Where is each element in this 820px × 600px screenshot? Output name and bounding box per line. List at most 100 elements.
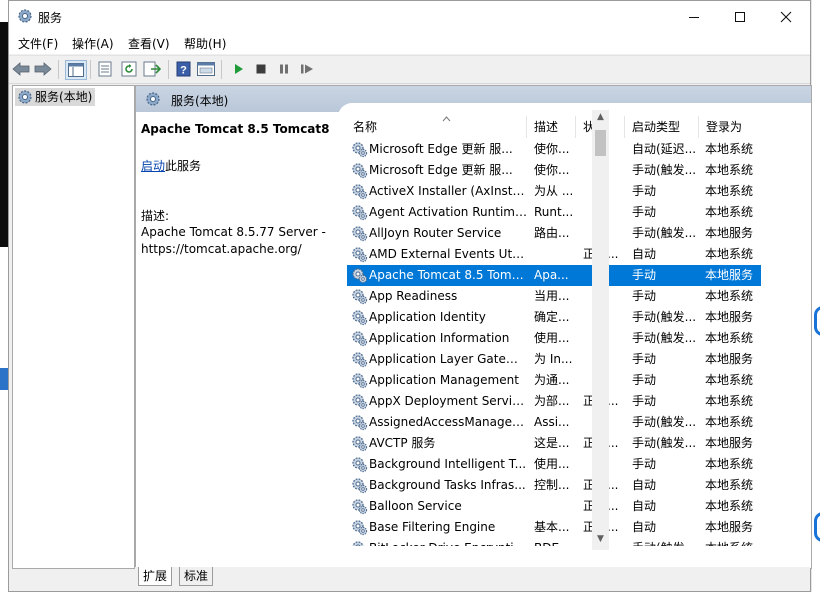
- show-tree-button[interactable]: [65, 60, 87, 80]
- service-name-cell: Agent Activation Runtime...: [369, 205, 527, 219]
- table-row[interactable]: Balloon Service正在...自动本地系统: [347, 496, 761, 517]
- console-view-button[interactable]: [196, 60, 216, 78]
- table-row[interactable]: Application Information 使用... 手动(触发... 本地系统: [347, 328, 761, 349]
- back-button[interactable]: [11, 60, 31, 78]
- table-row[interactable]: AppX Deployment Servic...为部...正在...手动本地系…: [347, 391, 761, 412]
- tree-item-services-local[interactable]: 服务(本地): [15, 88, 96, 106]
- window-title: 服务: [38, 11, 63, 25]
- show-tree-icon: [68, 63, 84, 77]
- service-gear-icon: [352, 163, 368, 179]
- table-row[interactable]: Background Tasks Infras...控制...正在...自动本地…: [347, 475, 761, 496]
- services-gear-icon: [18, 9, 32, 23]
- service-gear-icon: [352, 331, 368, 347]
- forward-button[interactable]: [33, 60, 53, 78]
- help-icon: ?: [176, 61, 190, 77]
- service-name-cell: Application Identity: [369, 310, 486, 324]
- tree-item-label: 服务(本地): [35, 90, 93, 104]
- service-startup-cell: 手动(触发...: [632, 538, 702, 546]
- service-gear-icon: [352, 268, 368, 284]
- column-header-logon[interactable]: 登录为: [700, 116, 770, 138]
- tab-extended[interactable]: 扩展: [138, 567, 173, 586]
- service-name-cell: Microsoft Edge 更新 服...: [369, 142, 513, 156]
- toolbar-separator: [221, 60, 222, 79]
- vertical-scrollbar[interactable]: ▲ ▼: [592, 110, 609, 550]
- export-list-button[interactable]: [142, 60, 162, 78]
- table-row[interactable]: Application Layer Gatewa... 为 In... 手动 本地服务: [347, 349, 761, 370]
- scroll-thumb[interactable]: [595, 130, 606, 156]
- service-logon-cell: 本地系统: [705, 457, 754, 471]
- service-desc-cell: 基本...: [534, 520, 570, 534]
- service-desc-cell: Assi...: [534, 415, 570, 429]
- table-row[interactable]: ActiveX Installer (AxInstSV) 为从 ... 手动 本地系统: [347, 181, 761, 202]
- scroll-down-arrow-icon[interactable]: ▼: [592, 534, 609, 548]
- tab-standard[interactable]: 标准: [179, 567, 214, 586]
- menu-action[interactable]: 操作(A): [72, 35, 114, 52]
- services-list: 名称 描述 状态 启动类型 登录为 Microsoft Edge 更新 服...…: [347, 116, 787, 546]
- table-row[interactable]: Apache Tomcat 8.5 Tomc... Apa... 手动 本地服务: [347, 265, 761, 286]
- services-window: 服务 文件(F) 操作(A) 查看(V) 帮助(H) ? 服务(本地) 服务(本…: [8, 0, 812, 592]
- menu-view[interactable]: 查看(V): [128, 35, 170, 52]
- services-pane: 服务(本地) Apache Tomcat 8.5 Tomcat8 启动此服务 描…: [135, 85, 812, 569]
- export-list-icon: [143, 61, 161, 77]
- table-row[interactable]: Application Identity 确定... 手动(触发... 本地服务: [347, 307, 761, 328]
- service-desc-cell: 使你...: [534, 142, 570, 156]
- menu-file[interactable]: 文件(F): [18, 35, 58, 52]
- service-startup-cell: 自动(延迟...: [632, 142, 697, 156]
- start-service-link[interactable]: 启动: [141, 159, 165, 173]
- service-startup-cell: 手动: [632, 205, 657, 219]
- service-desc-cell: 为通...: [534, 373, 570, 387]
- start-service-button[interactable]: [228, 60, 248, 78]
- service-desc-cell: 为从 ...: [534, 184, 574, 198]
- service-gear-icon: [352, 205, 368, 221]
- maximize-button[interactable]: [717, 1, 763, 32]
- table-row[interactable]: Application Management 为通... 手动 本地系统: [347, 370, 761, 391]
- service-desc-cell: 为 In...: [534, 352, 573, 366]
- close-button[interactable]: [763, 1, 809, 32]
- forward-arrow-icon: [34, 62, 52, 76]
- help-button[interactable]: ?: [173, 60, 193, 78]
- table-row[interactable]: Base Filtering Engine基本...正在...自动本地服务: [347, 517, 761, 538]
- table-row[interactable]: Microsoft Edge 更新 服... 使你... 手动(触发... 本地系统: [347, 160, 761, 181]
- service-gear-icon: [352, 520, 368, 536]
- menu-bar: 文件(F) 操作(A) 查看(V) 帮助(H): [9, 32, 810, 54]
- service-logon-cell: 本地服务: [705, 520, 754, 534]
- column-header-description[interactable]: 描述: [528, 116, 576, 138]
- service-name-cell: Balloon Service: [369, 499, 462, 513]
- scroll-up-arrow-icon[interactable]: ▲: [592, 112, 609, 126]
- service-desc-cell: 路由...: [534, 226, 570, 240]
- table-row[interactable]: AVCTP 服务这是...正在...手动(触发...本地服务: [347, 433, 761, 454]
- table-row[interactable]: Background Intelligent T... 使用... 手动 本地系统: [347, 454, 761, 475]
- service-name-cell: AppX Deployment Servic...: [369, 394, 527, 408]
- table-row[interactable]: BitLocker Drive Encryptio... BDE... 手动(触发.…: [347, 538, 761, 546]
- table-row[interactable]: Agent Activation Runtime... Runt... 手动 本地系统: [347, 202, 761, 223]
- minimize-button[interactable]: [671, 1, 717, 32]
- service-gear-icon: [352, 394, 368, 410]
- column-header-name[interactable]: 名称: [347, 116, 527, 138]
- service-logon-cell: 本地系统: [705, 478, 754, 492]
- table-row[interactable]: AllJoyn Router Service 路由... 手动(触发... 本地服务: [347, 223, 761, 244]
- restart-service-button[interactable]: [297, 60, 317, 78]
- table-row[interactable]: AssignedAccessManager... Assi... 手动(触发... 本…: [347, 412, 761, 433]
- table-row[interactable]: App Readiness 当用... 手动 本地系统: [347, 286, 761, 307]
- toolbar-separator: [90, 60, 91, 79]
- table-row[interactable]: AMD External Events Utility正在...自动本地系统: [347, 244, 761, 265]
- service-desc-cell: 确定...: [534, 310, 570, 324]
- menu-help[interactable]: 帮助(H): [184, 35, 226, 52]
- service-gear-icon: [352, 142, 368, 158]
- refresh-button[interactable]: [119, 60, 139, 78]
- pause-service-button[interactable]: [274, 60, 294, 78]
- column-header-startup-type[interactable]: 启动类型: [626, 116, 699, 138]
- services-gear-icon: [18, 90, 32, 104]
- table-row[interactable]: Microsoft Edge 更新 服... 使你... 自动(延迟... 本地系统: [347, 139, 761, 160]
- service-gear-icon: [352, 457, 368, 473]
- restart-service-icon: [301, 64, 313, 74]
- service-logon-cell: 本地系统: [705, 538, 765, 546]
- properties-button[interactable]: [95, 60, 115, 78]
- stop-service-button[interactable]: [251, 60, 271, 78]
- service-startup-cell: 自动: [632, 520, 657, 534]
- service-desc-cell: Runt...: [534, 205, 574, 219]
- service-gear-icon: [352, 478, 368, 494]
- service-desc-cell: 使用...: [534, 457, 570, 471]
- service-gear-icon: [352, 373, 368, 389]
- maximize-icon: [735, 11, 745, 22]
